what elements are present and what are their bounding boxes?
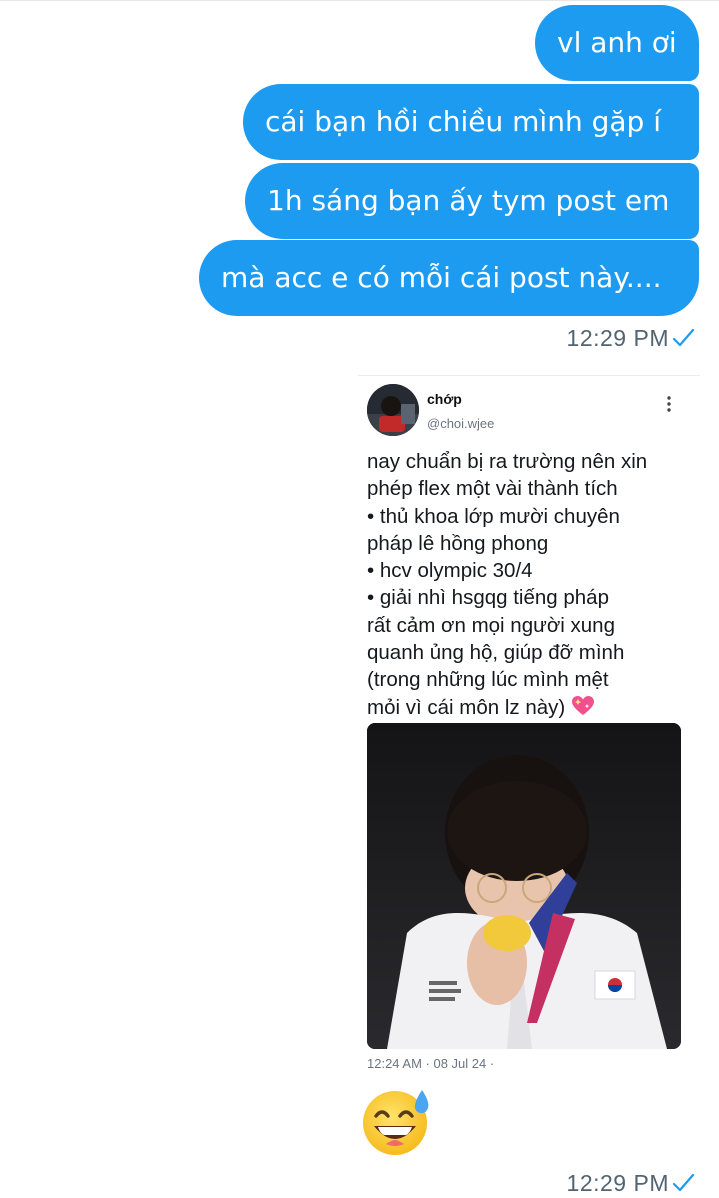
- message-bubble[interactable]: 1h sáng bạn ấy tym post em: [245, 163, 699, 239]
- post-meta: 12:24 AM · 08 Jul 24 ·: [367, 1056, 495, 1071]
- post-photo[interactable]: [367, 723, 681, 1049]
- post-author-handle: @choi.wjee: [427, 416, 495, 431]
- message-bubble[interactable]: mà acc e có mỗi cái post này....: [199, 240, 699, 316]
- message-timestamp: 12:29 PM: [567, 322, 695, 354]
- post-body-text: nay chuẩn bị ra trường nên xin phép flex…: [367, 450, 648, 719]
- message-bubble[interactable]: vl anh ơi: [535, 5, 699, 81]
- check-icon: [672, 328, 695, 347]
- shared-screenshot[interactable]: chớp @choi.wjee nay chuẩn bị ra trường n…: [358, 375, 700, 1076]
- avatar: [367, 384, 419, 436]
- post-author-name: chớp: [427, 391, 462, 407]
- more-options-icon: [667, 396, 671, 412]
- check-icon: [672, 1173, 695, 1192]
- post-body: nay chuẩn bị ra trường nên xin phép flex…: [367, 448, 697, 721]
- divider: [0, 0, 719, 1]
- message-timestamp: 12:29 PM: [567, 1167, 695, 1198]
- sparkling-heart-icon: [571, 695, 594, 715]
- timestamp-text: 12:29 PM: [566, 1169, 669, 1196]
- timestamp-text: 12:29 PM: [566, 324, 669, 351]
- chat-thread: vl anh ơi cái bạn hồi chiều mình gặp í 1…: [0, 0, 719, 1198]
- grinning-face-with-sweat-icon[interactable]: [358, 1086, 434, 1156]
- message-bubble[interactable]: cái bạn hồi chiều mình gặp í: [243, 84, 699, 160]
